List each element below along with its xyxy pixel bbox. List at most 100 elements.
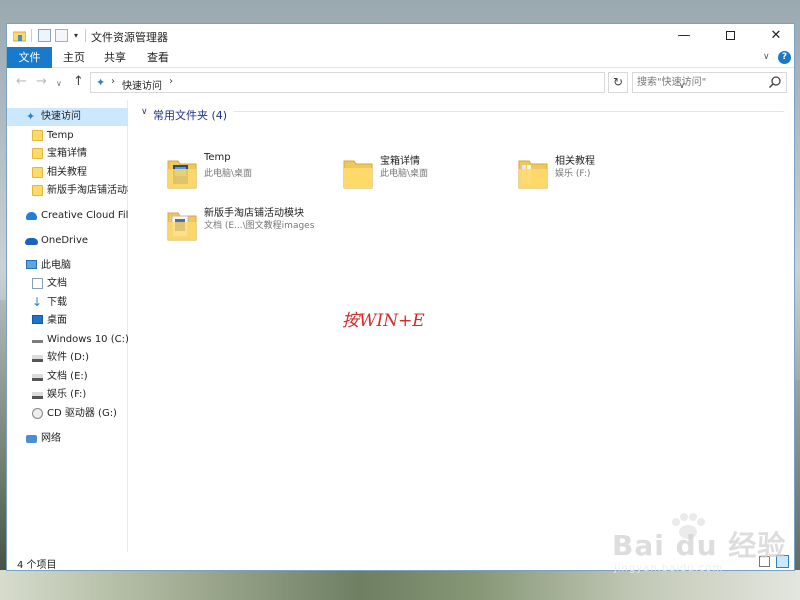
tab-file[interactable]: 文件 (7, 47, 52, 68)
folder-name: Temp (204, 152, 231, 163)
tab-home[interactable]: 主页 (54, 47, 94, 68)
sidebar-item-quick-access[interactable]: ✦ 快速访问 (7, 108, 128, 126)
drive-icon (32, 355, 43, 362)
sidebar-item-drive-e[interactable]: 文档 (E:) (7, 368, 128, 386)
forward-button[interactable]: → (36, 74, 47, 90)
sidebar-item-label: 娱乐 (F:) (47, 389, 87, 400)
folder-tile-temp[interactable]: Temp 此电脑\桌面 (159, 150, 329, 196)
customize-toolbar-icon[interactable]: ▾ (71, 29, 81, 42)
sidebar-item-documents[interactable]: 文档 (7, 275, 128, 293)
sidebar-item-network[interactable]: 网络 (7, 430, 128, 448)
maximize-icon (725, 31, 735, 40)
breadcrumb-quick-access[interactable]: 快速访问 (122, 77, 162, 92)
folder-icon (167, 160, 197, 189)
title-separator (85, 29, 86, 42)
sidebar-item-label: 文档 (47, 278, 67, 289)
pin-icon: ✦ (96, 76, 106, 89)
folder-icon (32, 130, 43, 141)
window-title: 文件资源管理器 (91, 31, 168, 44)
download-icon: ↓ (32, 295, 43, 309)
sidebar-item-label: 软件 (D:) (47, 352, 90, 363)
close-button[interactable]: ✕ (753, 24, 794, 47)
new-folder-icon[interactable] (55, 29, 68, 42)
search-icon[interactable] (768, 75, 782, 89)
address-bar[interactable]: ✦ › 快速访问 › ∨ (90, 72, 685, 93)
sidebar-item-label: CD 驱动器 (G:) (47, 408, 117, 419)
folder-icon (32, 167, 43, 178)
annotation-text: 按WIN+E (342, 311, 425, 331)
item-count: 4 个项目 (17, 560, 57, 571)
folder-name: 新版手淘店铺活动模块 (204, 208, 304, 219)
baidu-watermark-url: jingyan.baidu.com (614, 563, 724, 574)
tab-share[interactable]: 共享 (95, 47, 135, 68)
sidebar-item-creative-cloud[interactable]: Creative Cloud Files (7, 207, 128, 225)
expand-ribbon-chevron-icon[interactable]: ∨ (763, 52, 770, 62)
properties-icon[interactable] (38, 29, 51, 42)
address-row: ← → ∨ ↑ ✦ › 快速访问 › ∨ ↻ (7, 69, 794, 95)
sidebar-item-label: 快速访问 (41, 111, 81, 122)
sidebar-item-this-pc[interactable]: 此电脑 (7, 257, 128, 275)
sidebar-item-label: Creative Cloud Files (41, 210, 128, 221)
documents-icon (32, 278, 43, 289)
onedrive-icon (25, 238, 38, 245)
sidebar-item-downloads[interactable]: ↓ 下载 (7, 294, 128, 312)
sidebar-item-label: Temp (47, 130, 74, 141)
folder-tile-shop-activity-module[interactable]: 新版手淘店铺活动模块 文档 (E...\图文教程images (159, 202, 329, 248)
navigation-pane: ✦ 快速访问 Temp 宝箱详情 相关教程 新版手淘店铺活动模 Creative… (7, 100, 128, 552)
minimize-button[interactable]: — (661, 24, 707, 47)
sidebar-item-label: 新版手淘店铺活动模 (47, 185, 128, 196)
sidebar-item-desktop[interactable]: 桌面 (7, 312, 128, 330)
folder-tile-tutorials[interactable]: 相关教程 娱乐 (F:) (510, 150, 680, 196)
sidebar-item-temp[interactable]: Temp (7, 127, 128, 145)
drive-icon (32, 392, 43, 399)
network-icon (26, 435, 37, 443)
pin-icon: ✦ (26, 110, 36, 123)
back-button[interactable]: ← (16, 74, 27, 90)
content-pane: ∨ 常用文件夹 (4) Temp 此电脑\桌面 宝箱详情 此电脑\桌面 相关教程… (129, 100, 794, 552)
folder-icon (343, 160, 373, 189)
folder-name: 宝箱详情 (380, 156, 420, 167)
creative-cloud-icon (26, 212, 37, 220)
breadcrumb-separator[interactable]: › (169, 76, 173, 87)
sidebar-item-drive-d[interactable]: 软件 (D:) (7, 349, 128, 367)
folder-icon (32, 148, 43, 159)
folder-path: 文档 (E...\图文教程images (204, 221, 315, 231)
breadcrumb-separator[interactable]: › (111, 76, 115, 87)
file-explorer-window: ▾ 文件资源管理器 — ✕ 文件 主页 共享 查看 ∨ ? ← → ∨ ↑ ✦ … (6, 23, 795, 571)
search-box[interactable] (632, 72, 787, 93)
refresh-button[interactable]: ↻ (608, 72, 628, 93)
search-input[interactable] (637, 75, 762, 90)
folder-path: 此电脑\桌面 (204, 169, 253, 179)
sidebar-item-drive-f[interactable]: 娱乐 (F:) (7, 386, 128, 404)
baidu-watermark: Bai du 经验 (612, 529, 787, 562)
title-bar: ▾ 文件资源管理器 — ✕ (7, 24, 794, 47)
folder-name: 相关教程 (555, 156, 595, 167)
sidebar-item-label: 文档 (E:) (47, 371, 88, 382)
sidebar-item-drive-g[interactable]: CD 驱动器 (G:) (7, 405, 128, 423)
folder-icon (32, 185, 43, 196)
folder-tile-treasure-details[interactable]: 宝箱详情 此电脑\桌面 (335, 150, 505, 196)
sidebar-item-shop-activity-module[interactable]: 新版手淘店铺活动模 (7, 182, 128, 200)
sidebar-item-treasure-details[interactable]: 宝箱详情 (7, 145, 128, 163)
computer-icon (26, 260, 37, 269)
folder-icon (518, 160, 548, 189)
sidebar-item-drive-c[interactable]: Windows 10 (C:) (7, 331, 128, 349)
tab-view[interactable]: 查看 (135, 47, 181, 68)
recent-locations-chevron-icon[interactable]: ∨ (56, 76, 62, 92)
maximize-button[interactable] (707, 24, 753, 47)
collapse-chevron-icon[interactable]: ∨ (141, 107, 148, 117)
sidebar-item-tutorials[interactable]: 相关教程 (7, 164, 128, 182)
sidebar-item-label: 宝箱详情 (47, 148, 87, 159)
windows-drive-icon (32, 334, 43, 343)
sidebar-item-label: 桌面 (47, 315, 67, 326)
sidebar-item-label: 下载 (47, 297, 67, 308)
folder-icon (167, 212, 197, 241)
folder-app-icon (13, 31, 26, 42)
sidebar-item-onedrive[interactable]: OneDrive (7, 232, 128, 250)
quick-access-separator (31, 29, 32, 42)
sidebar-item-label: Windows 10 (C:) (47, 334, 128, 345)
up-button[interactable]: ↑ (73, 74, 84, 90)
group-title: 常用文件夹 (4) (153, 109, 228, 122)
folder-path: 此电脑\桌面 (380, 169, 429, 179)
help-icon[interactable]: ? (778, 51, 791, 64)
